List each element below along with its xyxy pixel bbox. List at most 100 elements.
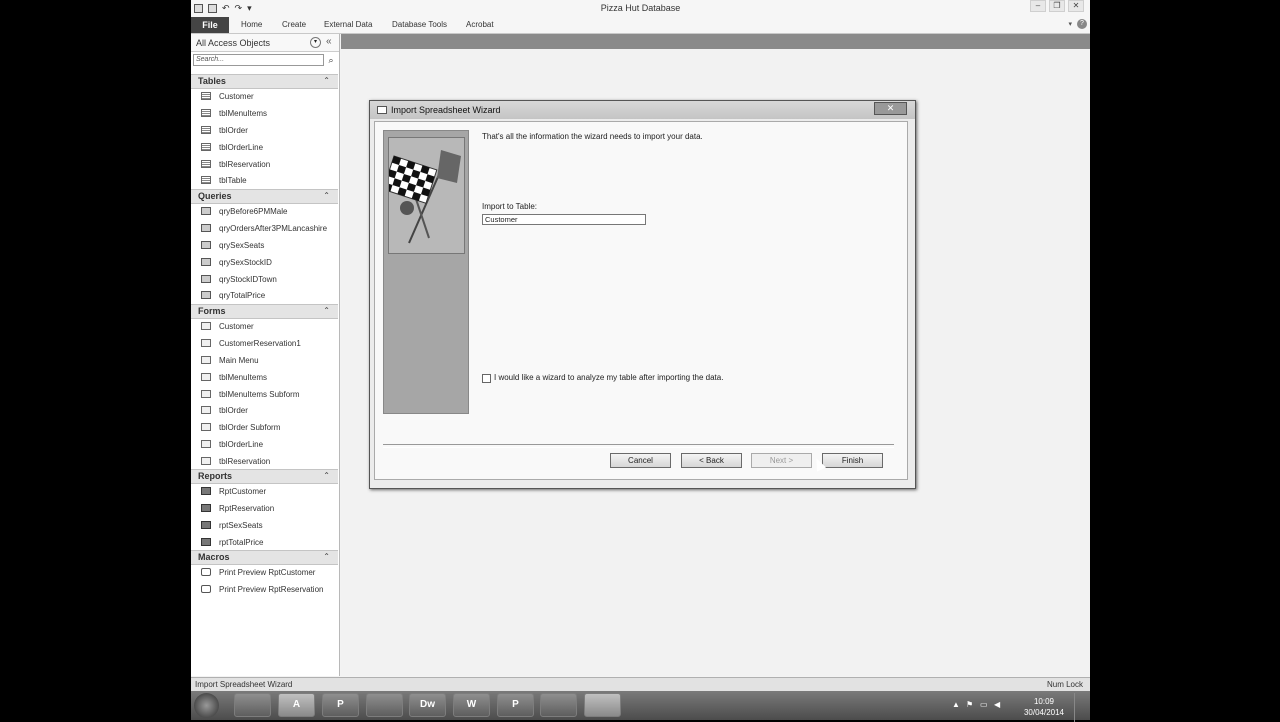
collapse-group-icon[interactable]: ⌃	[323, 76, 330, 85]
tab-acrobat[interactable]: Acrobat	[466, 20, 494, 29]
nav-item[interactable]: Print Preview RptReservation	[191, 582, 338, 599]
nav-item[interactable]: Main Menu	[191, 353, 338, 370]
title-bar: ↶ ↷ ▾ Pizza Hut Database – ❐ ✕	[191, 0, 1090, 17]
nav-item[interactable]: Customer	[191, 89, 338, 106]
capture-icon[interactable]	[584, 693, 621, 717]
nav-header[interactable]: All Access Objects ▾ «	[191, 34, 339, 52]
collapse-group-icon[interactable]: ⌃	[323, 552, 330, 561]
nav-item[interactable]: Customer	[191, 319, 338, 336]
import-to-table-input[interactable]: Customer	[482, 214, 646, 225]
restore-button[interactable]: ❐	[1049, 0, 1065, 12]
nav-item-label: tblOrder Subform	[219, 423, 281, 433]
nav-group-queries: Queries ⌃ qryBefore6PMMale qryOrdersAfter3P…	[191, 189, 338, 305]
nav-group-label: Reports	[198, 471, 233, 481]
dialog-body: That's all the information the wizard ne…	[374, 121, 908, 480]
num-lock-indicator: Num Lock	[1046, 680, 1083, 689]
powerpoint-icon[interactable]: P	[497, 693, 534, 717]
import-spreadsheet-wizard-dialog: Import Spreadsheet Wizard ✕ That's all t…	[369, 100, 916, 489]
nav-item-label: RptCustomer	[219, 487, 267, 496]
report-icon	[201, 520, 211, 529]
nav-item-label: tblReservation	[219, 457, 271, 467]
query-icon	[201, 291, 211, 300]
dreamweaver-icon[interactable]: Dw	[409, 693, 446, 717]
shutter-bar-icon[interactable]: «	[326, 36, 332, 47]
analyze-table-label[interactable]: I would like a wizard to analyze my tabl…	[494, 373, 723, 382]
windows-taskbar: A P Dw W P ▲ ⚑ ▭ ◀ 10:09 30/04/2014	[191, 691, 1090, 722]
volume-icon[interactable]: ◀	[994, 700, 1000, 709]
nav-item[interactable]: qryOrdersAfter3PMLancashire	[191, 221, 338, 238]
nav-search-input[interactable]: Search...	[193, 54, 324, 66]
nav-item[interactable]: tblMenuItems Subform	[191, 387, 338, 404]
nav-item[interactable]: qrySexSeats	[191, 238, 338, 255]
nav-item[interactable]: tblOrderLine	[191, 437, 338, 454]
back-button[interactable]: < Back	[681, 453, 742, 468]
ribbon-collapse-icon[interactable]: ▾	[1068, 20, 1072, 28]
nav-group-header[interactable]: Forms ⌃	[191, 304, 338, 319]
finish-button[interactable]: Finish	[822, 453, 883, 468]
nav-item[interactable]: qryTotalPrice	[191, 288, 338, 305]
nav-item[interactable]: RptCustomer	[191, 484, 338, 501]
dialog-close-button[interactable]: ✕	[874, 102, 907, 115]
nav-item[interactable]: tblOrder	[191, 123, 338, 140]
next-button[interactable]: Next >	[751, 453, 812, 468]
form-icon	[201, 322, 211, 330]
chrome-icon[interactable]	[234, 693, 271, 717]
nav-item[interactable]: qryBefore6PMMale	[191, 204, 338, 221]
nav-item[interactable]: tblOrder Subform	[191, 420, 338, 437]
nav-item[interactable]: tblTable	[191, 173, 338, 190]
show-desktop-button[interactable]	[1074, 693, 1082, 722]
flag-icon[interactable]: ⚑	[966, 700, 973, 709]
collapse-group-icon[interactable]: ⌃	[323, 306, 330, 315]
tab-external-data[interactable]: External Data	[324, 20, 372, 29]
nav-item-label: qryOrdersAfter3PMLancashire	[219, 223, 328, 233]
collapse-group-icon[interactable]: ⌃	[323, 191, 330, 200]
nav-item[interactable]: rptSexSeats	[191, 518, 338, 535]
tab-file[interactable]: File	[191, 17, 229, 33]
nav-item[interactable]: tblOrder	[191, 403, 338, 420]
tray-expand-icon[interactable]: ▲	[952, 700, 960, 709]
form-icon	[201, 338, 211, 347]
dialog-title-bar: Import Spreadsheet Wizard ✕	[370, 101, 915, 119]
nav-item[interactable]: CustomerReservation1	[191, 336, 338, 353]
nav-dropdown-icon[interactable]: ▾	[310, 37, 321, 48]
form-icon	[201, 406, 211, 415]
tab-database-tools[interactable]: Database Tools	[392, 20, 447, 29]
nav-item[interactable]: Print Preview RptCustomer	[191, 565, 338, 582]
collapse-group-icon[interactable]: ⌃	[323, 471, 330, 480]
publisher-icon[interactable]: P	[322, 693, 359, 717]
pizza-hut-icon[interactable]	[540, 693, 577, 717]
network-icon[interactable]: ▭	[980, 700, 988, 709]
minimize-button[interactable]: –	[1030, 0, 1046, 12]
nav-item[interactable]: tblMenuItems	[191, 106, 338, 123]
cancel-button[interactable]: Cancel	[610, 453, 671, 468]
tab-home[interactable]: Home	[241, 20, 262, 29]
access-icon[interactable]: A	[278, 693, 315, 717]
nav-group-header[interactable]: Tables ⌃	[191, 74, 338, 89]
wizard-message: That's all the information the wizard ne…	[482, 132, 703, 141]
file-explorer-icon[interactable]	[366, 693, 403, 717]
nav-group-header[interactable]: Queries ⌃	[191, 189, 338, 204]
nav-group-header[interactable]: Macros ⌃	[191, 550, 338, 565]
search-icon[interactable]: ⌕	[325, 54, 337, 66]
clock[interactable]: 10:09 30/04/2014	[1024, 696, 1064, 718]
tab-create[interactable]: Create	[282, 20, 306, 29]
report-icon	[201, 537, 211, 546]
help-icon[interactable]: ?	[1077, 19, 1087, 29]
nav-item-label: rptSexSeats	[219, 520, 263, 530]
start-button[interactable]	[194, 693, 219, 718]
nav-item[interactable]: qrySexStockID	[191, 255, 338, 272]
nav-group-header[interactable]: Reports ⌃	[191, 469, 338, 484]
nav-item[interactable]: tblOrderLine	[191, 140, 338, 157]
table-icon	[201, 142, 211, 151]
form-icon	[201, 440, 211, 449]
nav-item[interactable]: tblReservation	[191, 157, 338, 174]
nav-item[interactable]: RptReservation	[191, 501, 338, 518]
nav-item[interactable]: qryStockIDTown	[191, 272, 338, 289]
close-button[interactable]: ✕	[1068, 0, 1084, 12]
nav-group-label: Forms	[198, 306, 226, 316]
form-icon	[201, 457, 211, 466]
nav-item[interactable]: tblMenuItems	[191, 370, 338, 387]
nav-item-label: tblMenuItems	[219, 108, 268, 118]
word-icon[interactable]: W	[453, 693, 490, 717]
analyze-table-checkbox[interactable]	[482, 374, 491, 383]
